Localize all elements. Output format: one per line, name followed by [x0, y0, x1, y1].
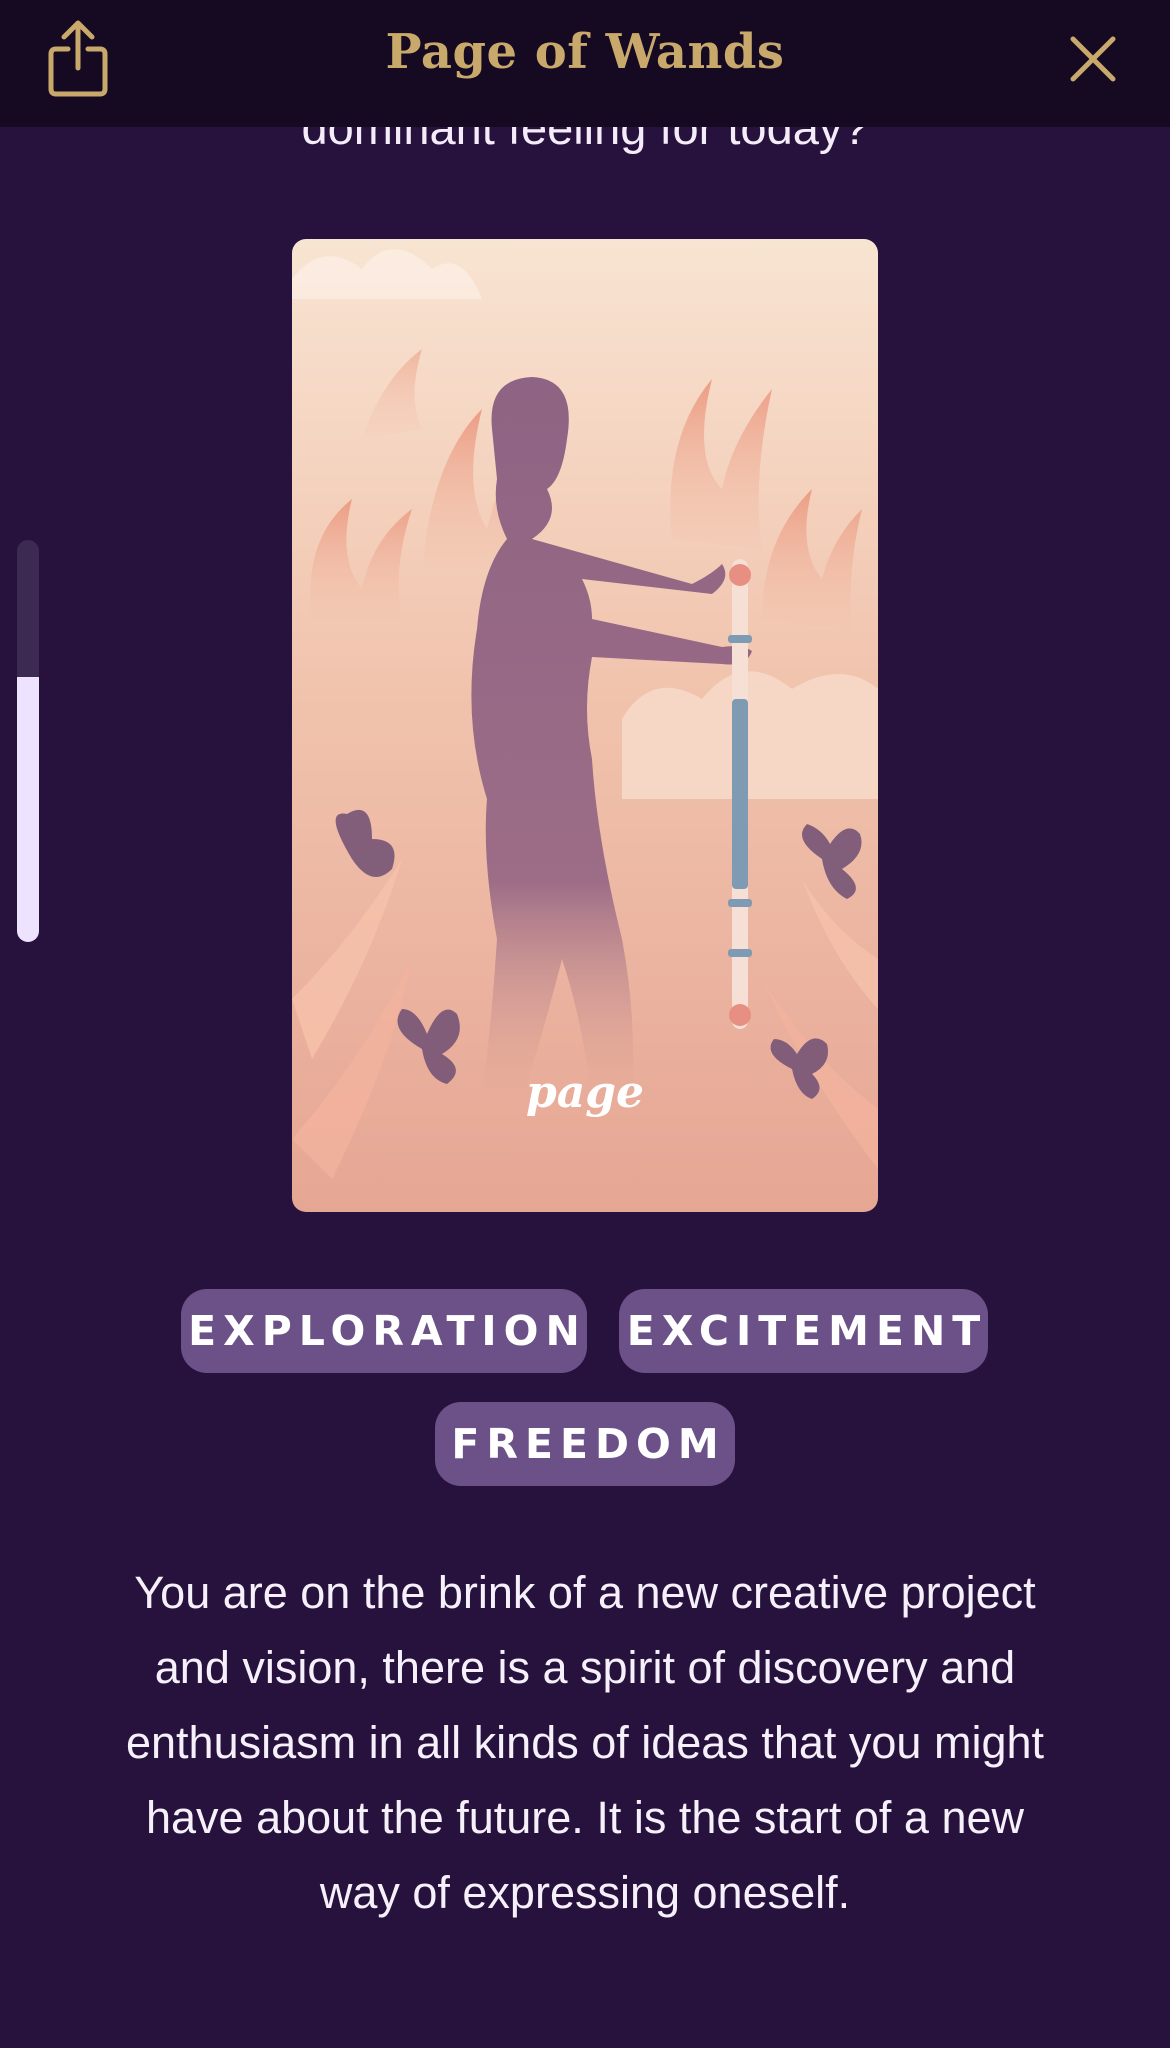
share-button[interactable] — [40, 16, 116, 100]
top-bar: Page of Wands — [0, 0, 1170, 127]
card-illustration: page — [292, 239, 878, 1212]
scroll-thumb[interactable] — [17, 677, 39, 942]
card-detail-screen: Page of Wands dominant feeling for today… — [0, 0, 1170, 2048]
tag-exploration[interactable]: EXPLORATION — [181, 1289, 587, 1373]
page-title: Page of Wands — [385, 24, 785, 80]
tag-freedom[interactable]: FREEDOM — [435, 1402, 735, 1486]
close-icon — [1070, 36, 1116, 82]
card-label: page — [526, 1067, 644, 1118]
close-button[interactable] — [1060, 26, 1126, 92]
tag-excitement[interactable]: EXCITEMENT — [619, 1289, 988, 1373]
scroll-indicator[interactable] — [17, 540, 39, 942]
tarot-card-image: page — [292, 239, 878, 1212]
card-description: You are on the brink of a new creative p… — [126, 1567, 1044, 1918]
share-icon — [48, 20, 108, 97]
